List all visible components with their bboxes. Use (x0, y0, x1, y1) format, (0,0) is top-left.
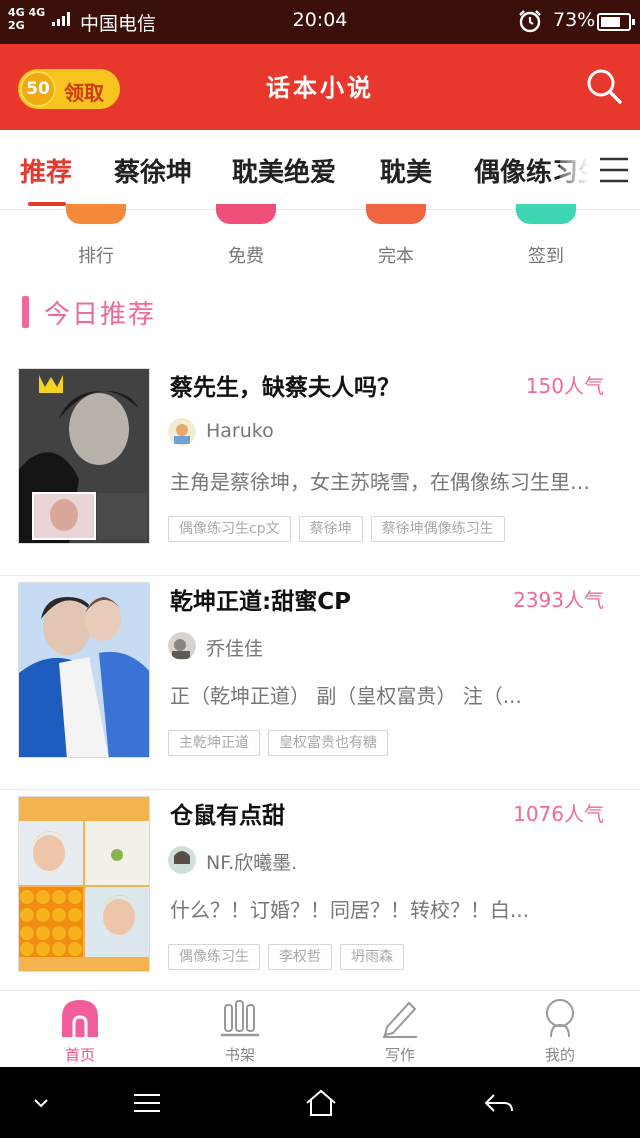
nav-write[interactable]: 写作 (320, 991, 480, 1068)
collapse-icon[interactable] (24, 1087, 58, 1119)
nav-home[interactable]: 首页 (0, 991, 160, 1068)
author-name: 乔佳佳 (206, 638, 264, 660)
book-card[interactable]: 乾坤正道:甜蜜CP 2393人气 乔佳佳 正（乾坤正道） 副（皇权富贵） 注（.… (0, 576, 640, 790)
back-icon[interactable] (482, 1087, 516, 1119)
battery-icon (597, 13, 635, 31)
popularity-count: 150人气 (525, 374, 604, 398)
app-header: 50 领取 话本小说 (0, 44, 640, 130)
popularity-count: 2393人气 (513, 588, 604, 612)
menu-icon[interactable] (598, 156, 630, 184)
search-icon[interactable] (584, 66, 624, 106)
tag[interactable]: 偶像练习生 (168, 944, 260, 970)
home-icon (62, 1000, 98, 1037)
popularity-count: 1076人气 (513, 802, 604, 826)
nav-profile[interactable]: 我的 (480, 991, 640, 1068)
clock: 20:04 (292, 9, 348, 31)
bottom-navigation: 首页 书架 写作 我的 (0, 990, 640, 1067)
book-title: 仓鼠有点甜 (170, 803, 285, 829)
ranking-icon (66, 204, 126, 224)
tag[interactable]: 主乾坤正道 (168, 730, 260, 756)
avatar (168, 418, 196, 446)
avatar (168, 632, 196, 660)
battery-percent: 73% (553, 9, 596, 31)
tab-recommend[interactable]: 推荐 (20, 152, 72, 189)
tag[interactable]: 偶像练习生cp文 (168, 516, 291, 542)
book-cover (18, 796, 150, 972)
active-tab-indicator (28, 202, 66, 206)
avatar (168, 846, 196, 874)
tag-list: 偶像练习生 李权哲 坍雨森 (168, 944, 412, 972)
book-summary: 什么？！订婚？！同居？！转校？！白... (170, 898, 530, 922)
author-name: Haruko (206, 420, 274, 442)
tab-danmei[interactable]: 耽美 (380, 152, 432, 189)
menu-icon[interactable] (130, 1087, 164, 1119)
tag[interactable]: 蔡徐坤偶像练习生 (370, 516, 505, 542)
book-card[interactable]: 仓鼠有点甜 1076人气 NF.欣曦墨. 什么？！订婚？！同居？！转校？！白..… (0, 790, 640, 1004)
tag-list: 主乾坤正道 皇权富贵也有糖 (168, 730, 396, 758)
tag[interactable]: 皇权富贵也有糖 (268, 730, 388, 756)
tag[interactable]: 坍雨森 (340, 944, 404, 970)
book-cover (18, 582, 150, 758)
category-ranking[interactable]: 排行 (36, 204, 156, 274)
tag[interactable]: 李权哲 (268, 944, 332, 970)
section-title: 今日推荐 (44, 300, 157, 330)
bookshelf-icon (221, 1000, 259, 1037)
app-title: 话本小说 (266, 74, 374, 102)
category-tabs: 推荐 蔡徐坤 耽美绝爱 耽美 偶像练习生 (0, 130, 640, 210)
home-button-icon[interactable] (304, 1087, 338, 1119)
nav-bookshelf[interactable]: 书架 (160, 991, 320, 1068)
book-card[interactable]: 蔡先生，缺蔡夫人吗？ 150人气 Haruko 主角是蔡徐坤，女主苏晓雪，在偶像… (0, 362, 640, 576)
checkin-icon (516, 204, 576, 224)
book-summary: 主角是蔡徐坤，女主苏晓雪，在偶像练习生里面... (170, 470, 606, 494)
category-free[interactable]: 免费 (186, 204, 306, 274)
pen-icon (383, 1001, 417, 1038)
book-title: 乾坤正道:甜蜜CP (170, 589, 351, 615)
book-cover (18, 368, 150, 544)
tab-danmei-juai[interactable]: 耽美绝爱 (232, 152, 336, 189)
book-summary: 正（乾坤正道） 副（皇权富贵） 注（... (170, 684, 522, 708)
free-icon (216, 204, 276, 224)
author-name: NF.欣曦墨. (206, 852, 298, 874)
profile-icon (546, 999, 574, 1038)
book-title: 蔡先生，缺蔡夫人吗？ (170, 375, 400, 401)
tab-caixukun[interactable]: 蔡徐坤 (114, 152, 192, 189)
tag[interactable]: 蔡徐坤 (298, 516, 363, 542)
category-completed[interactable]: 完本 (336, 204, 456, 274)
tag-list: 偶像练习生cp文 蔡徐坤 蔡徐坤偶像练习生 (168, 516, 513, 544)
quick-categories: 排行 免费 完本 签到 (0, 204, 640, 274)
category-checkin[interactable]: 签到 (486, 204, 606, 274)
completed-icon (366, 204, 426, 224)
status-bar: 4G 4G 2G 中国电信 20:04 73% (0, 0, 640, 44)
alarm-icon (519, 10, 541, 33)
system-navigation-bar (0, 1067, 640, 1138)
